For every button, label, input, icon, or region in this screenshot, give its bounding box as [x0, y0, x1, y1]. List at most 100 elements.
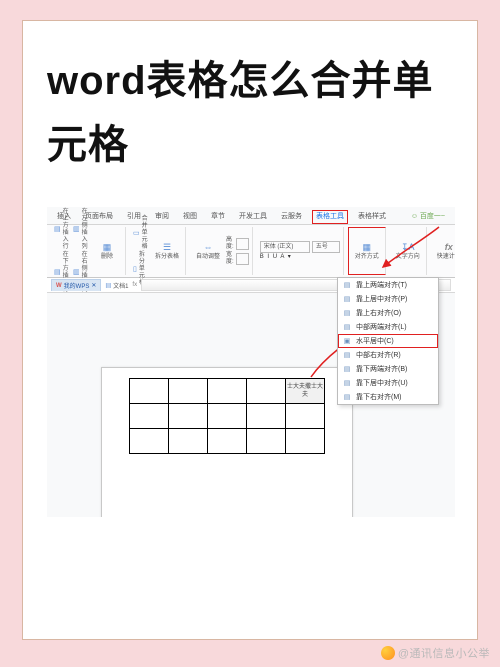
row-height-input[interactable]	[236, 238, 249, 250]
insert-row-above-button[interactable]: 在上方插入行	[63, 209, 70, 251]
tab-cloud[interactable]: 云服务	[277, 210, 306, 224]
menu-bottom-justify[interactable]: ▤ 靠下两端对齐(B)	[338, 362, 438, 376]
watermark: @通讯信息小公举	[381, 645, 490, 661]
fx-button[interactable]: fx 快速计算	[434, 229, 455, 273]
align-icon: ▣	[342, 336, 352, 346]
ribbon-group-text-direction: ↧A 文字方向	[390, 227, 427, 275]
alignment-label: 对齐方式	[355, 254, 379, 261]
menu-bottom-right[interactable]: ▤ 靠下右对齐(M)	[338, 390, 438, 404]
ribbon-group-merge: ▭合并单元格 ▯拆分单元格 ☰ 拆分表格	[130, 227, 186, 275]
menu-label: 靠下右对齐(M)	[356, 393, 402, 402]
row-height-label: 高度:	[226, 237, 234, 251]
delete-icon: ▦	[101, 241, 113, 253]
ribbon-tabs: 插入 页面布局 引用 审阅 视图 章节 开发工具 云服务 表格工具 表格样式 ☺…	[47, 207, 455, 225]
menu-label: 靠上两端对齐(T)	[356, 281, 407, 290]
doc-icon: ▤	[105, 284, 111, 290]
autofit-label: 自动调整	[196, 254, 220, 261]
menu-label: 靠下居中对齐(U)	[356, 379, 408, 388]
menu-label: 中部两端对齐(L)	[356, 323, 407, 332]
font-controls: 宋体 (正文) 五号 B I U A ▾	[260, 229, 340, 273]
delete-button[interactable]: ▦ 删除	[92, 229, 122, 273]
ruler-fx-label: fx	[132, 282, 137, 288]
autofit-button[interactable]: ⇔ 自动调整	[193, 229, 223, 273]
watermark-logo-icon	[381, 646, 395, 660]
font-format-buttons[interactable]: B I U A ▾	[260, 254, 340, 261]
sample-table[interactable]: 士大夫撒士大夫	[129, 378, 325, 454]
watermark-text: @通讯信息小公举	[398, 645, 490, 661]
menu-top-center[interactable]: ▤ 靠上居中对齐(P)	[338, 292, 438, 306]
wps-home-label: 我的WPS	[64, 281, 90, 290]
menu-label: 水平居中(C)	[356, 337, 394, 346]
align-icon: ▤	[342, 392, 352, 402]
merge-cells-button[interactable]: 合并单元格	[142, 216, 149, 251]
align-icon: ▤	[342, 280, 352, 290]
tab-view[interactable]: 视图	[179, 210, 201, 224]
align-icon: ▤	[342, 350, 352, 360]
insert-col-right-icon: ▥	[73, 269, 80, 277]
insert-row-above-icon: ▤	[54, 226, 61, 234]
insert-cols-buttons: ▥在左侧插入列 ▥在右侧插入列	[73, 229, 89, 273]
dimension-inputs: 高度: 宽度:	[226, 229, 249, 273]
quick-calc-label: 快速计算	[437, 254, 455, 261]
headline: word表格怎么合并单元格	[47, 49, 453, 177]
card: word表格怎么合并单元格 插入 页面布局 引用 审阅 视图 章节 开发工具 云…	[22, 20, 478, 640]
menu-label: 靠上居中对齐(P)	[356, 295, 407, 304]
document-tab[interactable]: ▤ 文档1	[105, 281, 128, 290]
align-icon: ▤	[342, 322, 352, 332]
menu-center[interactable]: ▣ 水平居中(C)	[338, 334, 438, 348]
menu-middle-justify[interactable]: ▤ 中部两端对齐(L)	[338, 320, 438, 334]
align-icon: ▤	[342, 378, 352, 388]
tab-table-style[interactable]: 表格样式	[354, 210, 390, 224]
font-name-select[interactable]: 宋体 (正文)	[260, 241, 310, 253]
merge-buttons: ▭合并单元格 ▯拆分单元格	[133, 229, 149, 273]
insert-col-left-button[interactable]: 在左侧插入列	[82, 209, 89, 251]
alignment-button[interactable]: ▦ 对齐方式	[352, 230, 382, 272]
split-cells-icon: ▯	[133, 265, 137, 273]
page-background: word表格怎么合并单元格 插入 页面布局 引用 审阅 视图 章节 开发工具 云…	[0, 0, 500, 667]
wps-home-tab[interactable]: W 我的WPS ✕	[51, 279, 101, 291]
ribbon-group-alignment: ▦ 对齐方式	[348, 227, 386, 275]
menu-top-right[interactable]: ▤ 靠上右对齐(O)	[338, 306, 438, 320]
insert-col-left-icon: ▥	[73, 226, 80, 234]
text-direction-icon: ↧A	[402, 241, 414, 253]
font-size-select[interactable]: 五号	[312, 241, 340, 253]
ribbon-group-font: 宋体 (正文) 五号 B I U A ▾	[257, 227, 344, 275]
delete-label: 删除	[101, 254, 113, 261]
align-icon: ▤	[342, 364, 352, 374]
text-direction-label: 文字方向	[396, 254, 420, 261]
menu-label: 中部右对齐(R)	[356, 351, 401, 360]
align-icon: ▤	[342, 294, 352, 304]
split-table-label: 拆分表格	[155, 254, 179, 261]
insert-row-below-icon: ▤	[54, 269, 61, 277]
search-help[interactable]: ☺ 百度一~	[407, 210, 449, 224]
wps-logo-icon: W	[56, 283, 62, 289]
ribbon-group-autofit: ⇔ 自动调整 高度: 宽度:	[190, 227, 253, 275]
tab-table-tools[interactable]: 表格工具	[312, 210, 348, 224]
menu-bottom-center[interactable]: ▤ 靠下居中对齐(U)	[338, 376, 438, 390]
menu-label: 靠下两端对齐(B)	[356, 365, 407, 374]
fx-icon: fx	[443, 241, 455, 253]
ribbon-body: ▤在上方插入行 ▤在下方插入行 ▥在左侧插入列 ▥在右侧插入列 ▦ 删除 ▭合并…	[47, 225, 455, 278]
text-direction-button[interactable]: ↧A 文字方向	[393, 229, 423, 273]
ribbon-group-formula: fx 快速计算	[431, 227, 455, 275]
col-width-label: 宽度:	[226, 252, 234, 266]
close-icon[interactable]: ✕	[91, 282, 96, 289]
menu-middle-right[interactable]: ▤ 中部右对齐(R)	[338, 348, 438, 362]
table-header-cell[interactable]: 士大夫撒士大夫	[286, 379, 325, 404]
alignment-dropdown: ▤ 靠上两端对齐(T) ▤ 靠上居中对齐(P) ▤ 靠上右对齐(O) ▤ 中部两端对齐(…	[337, 277, 439, 405]
document-name: 文档1	[113, 284, 128, 290]
menu-label: 靠上右对齐(O)	[356, 309, 401, 318]
tab-sections[interactable]: 章节	[207, 210, 229, 224]
tab-review[interactable]: 审阅	[151, 210, 173, 224]
tab-developer[interactable]: 开发工具	[235, 210, 271, 224]
alignment-icon: ▦	[361, 241, 373, 253]
insert-rows-buttons: ▤在上方插入行 ▤在下方插入行	[54, 229, 70, 273]
align-icon: ▤	[342, 308, 352, 318]
autofit-icon: ⇔	[202, 241, 214, 253]
menu-top-justify[interactable]: ▤ 靠上两端对齐(T)	[338, 278, 438, 292]
split-table-icon: ☰	[161, 241, 173, 253]
document-page: 士大夫撒士大夫	[101, 367, 353, 517]
ribbon-group-insert-rows: ▤在上方插入行 ▤在下方插入行 ▥在左侧插入列 ▥在右侧插入列 ▦ 删除	[51, 227, 126, 275]
col-width-input[interactable]	[236, 253, 249, 265]
split-table-button[interactable]: ☰ 拆分表格	[152, 229, 182, 273]
